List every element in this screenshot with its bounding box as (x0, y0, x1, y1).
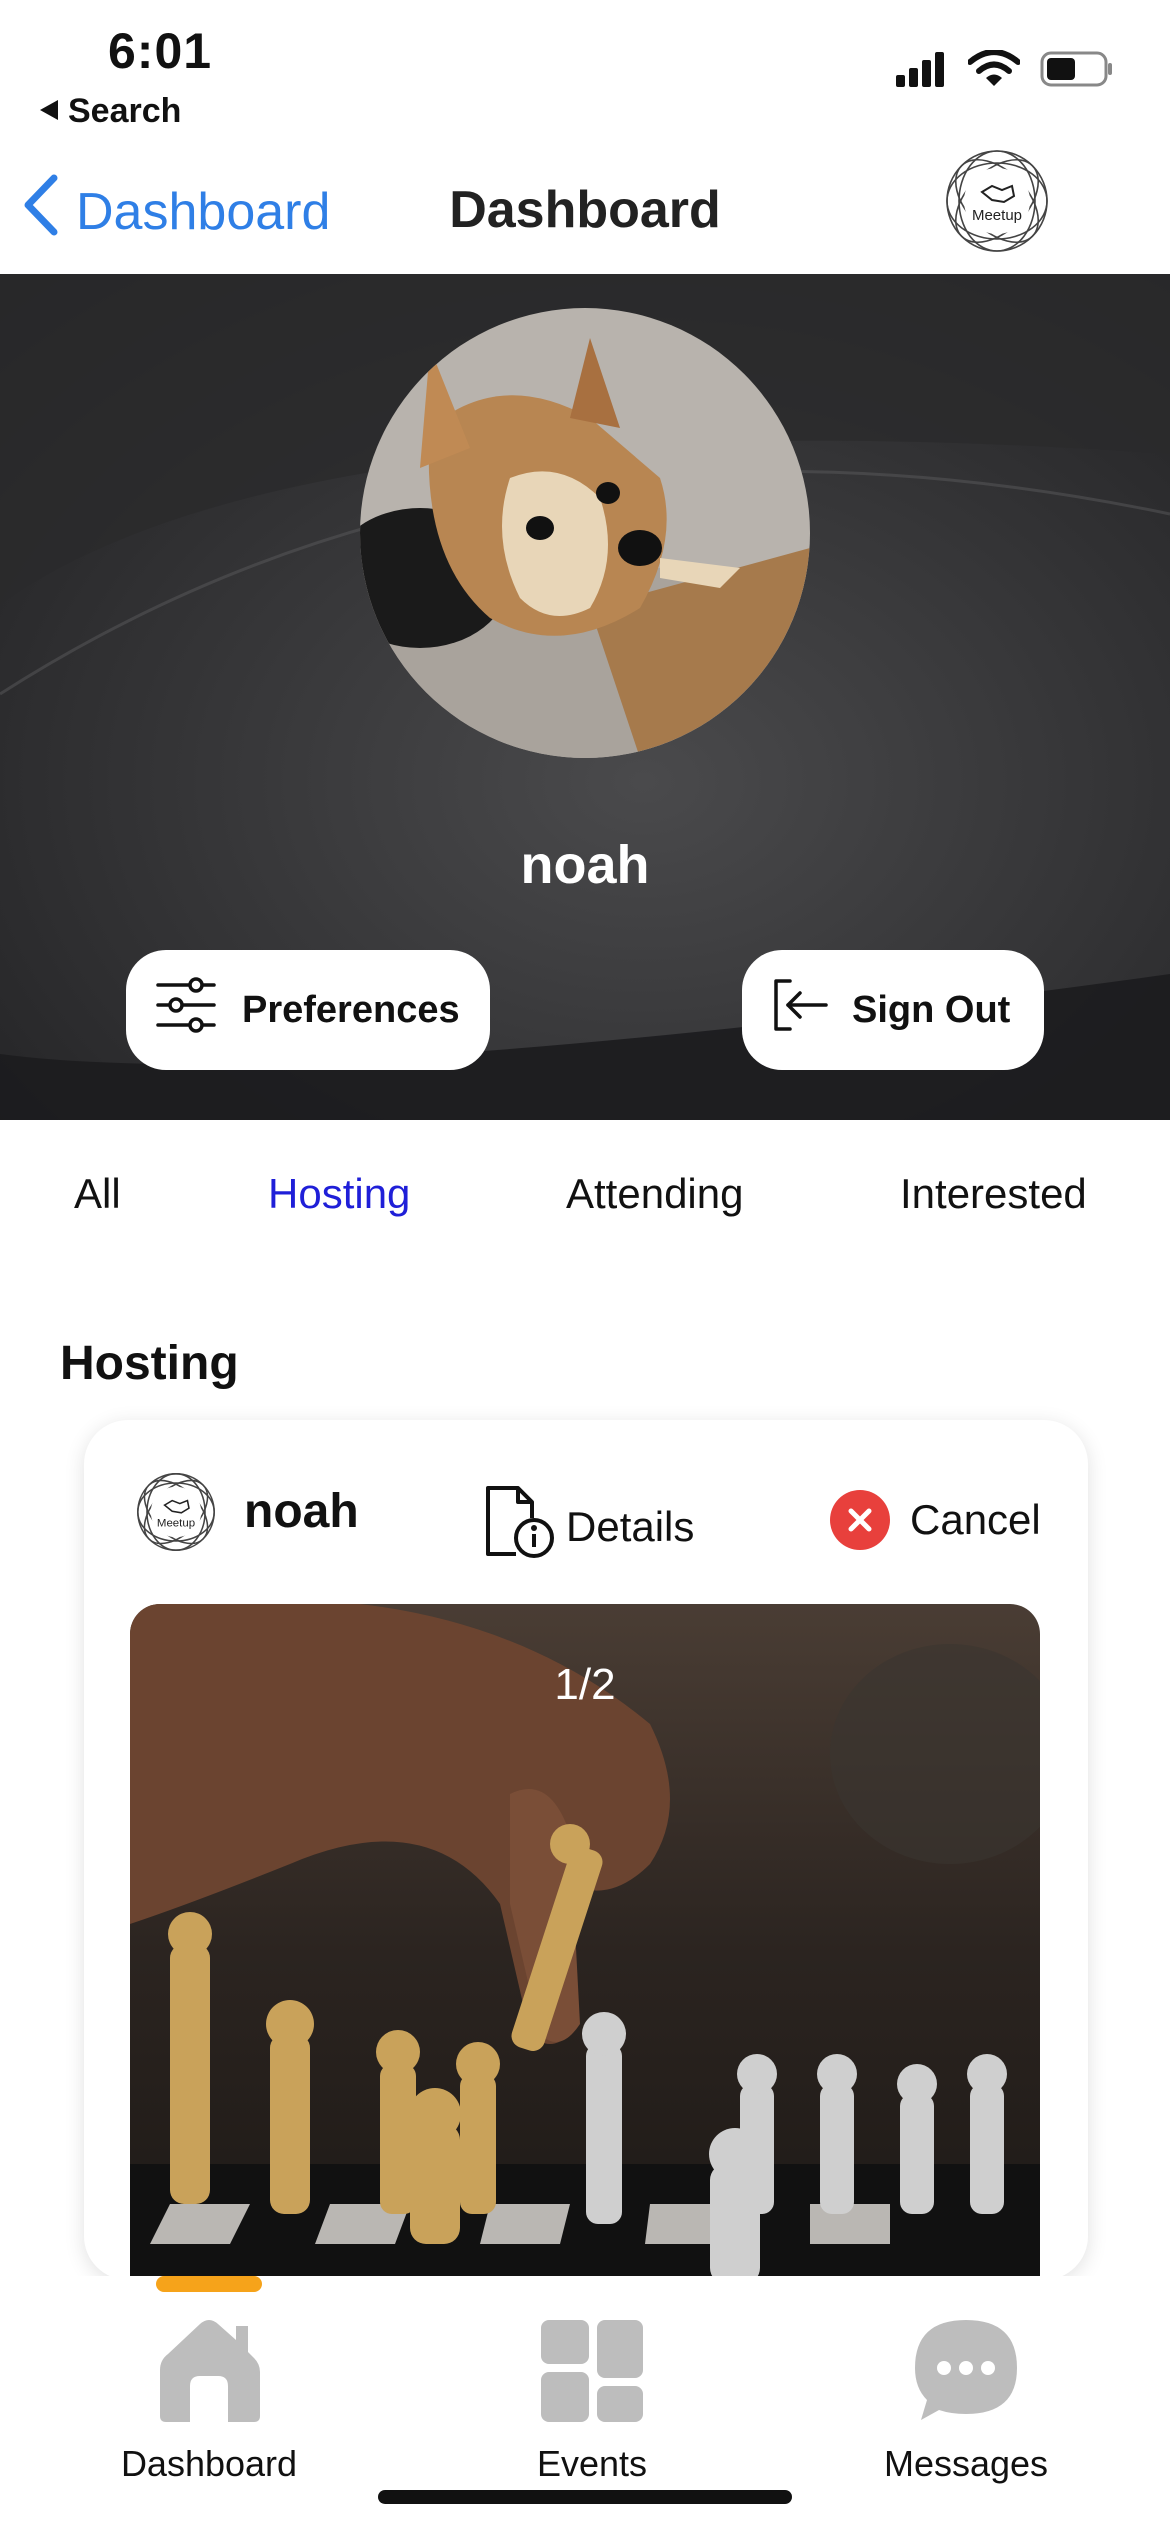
cancel-x-icon (830, 1490, 890, 1550)
tab-hosting[interactable]: Hosting (268, 1170, 410, 1218)
document-info-icon (482, 1482, 558, 1572)
sign-out-button[interactable]: Sign Out (742, 950, 1044, 1070)
host-avatar[interactable]: Meetup (134, 1470, 218, 1554)
tab-bar-dashboard-label: Dashboard (120, 2443, 298, 2484)
event-card[interactable]: Meetup noah Details Cancel 1/2 (84, 1420, 1088, 2280)
details-button[interactable]: Details (482, 1482, 694, 1572)
status-time: 6:01 (108, 23, 213, 79)
event-photo[interactable]: 1/2 (130, 1604, 1040, 2280)
status-icons (896, 49, 1114, 93)
grid-icon (537, 2320, 647, 2434)
tab-attending[interactable]: Attending (566, 1170, 743, 1218)
details-label: Details (566, 1503, 695, 1550)
sign-out-icon (772, 977, 828, 1043)
tab-bar-messages[interactable]: Messages (866, 2316, 1066, 2485)
sign-out-label: Sign Out (852, 988, 1011, 1031)
wifi-icon (967, 49, 1021, 93)
tab-bar-events[interactable]: Events (500, 2316, 684, 2485)
profile-header: noah Preferences Sign Out (0, 274, 1170, 1120)
cancel-label: Cancel (910, 1496, 1041, 1543)
sliders-icon (156, 977, 216, 1043)
active-tab-indicator (156, 2276, 262, 2292)
battery-icon (1040, 50, 1114, 93)
tab-bar-dashboard[interactable]: Dashboard (116, 2316, 302, 2485)
back-triangle-icon (38, 92, 60, 131)
host-name: noah (244, 1485, 359, 1538)
preferences-label: Preferences (242, 988, 460, 1031)
home-indicator (378, 2490, 792, 2504)
meetup-logo[interactable]: Meetup (942, 146, 1052, 256)
home-icon (154, 2320, 264, 2434)
tab-bar-events-label: Events (536, 2443, 648, 2484)
photo-counter: 1/2 (554, 1660, 616, 1709)
profile-name: noah (520, 835, 650, 895)
profile-avatar[interactable] (360, 308, 810, 758)
section-title: Hosting (60, 1337, 239, 1390)
chat-bubble-icon (911, 2320, 1021, 2434)
signal-icon (896, 51, 948, 92)
svg-text:Meetup: Meetup (972, 207, 1022, 224)
preferences-button[interactable]: Preferences (126, 950, 490, 1070)
svg-text:Meetup: Meetup (157, 1518, 195, 1530)
tab-interested[interactable]: Interested (900, 1170, 1087, 1218)
tab-all[interactable]: All (74, 1170, 121, 1218)
status-back-label: Search (68, 92, 182, 130)
tab-bar-messages-label: Messages (883, 2443, 1049, 2484)
filter-tabs: All Hosting Attending Interested (0, 1170, 1170, 1230)
cancel-button[interactable]: Cancel (830, 1490, 1041, 1550)
status-back-link[interactable]: Search (38, 92, 181, 131)
